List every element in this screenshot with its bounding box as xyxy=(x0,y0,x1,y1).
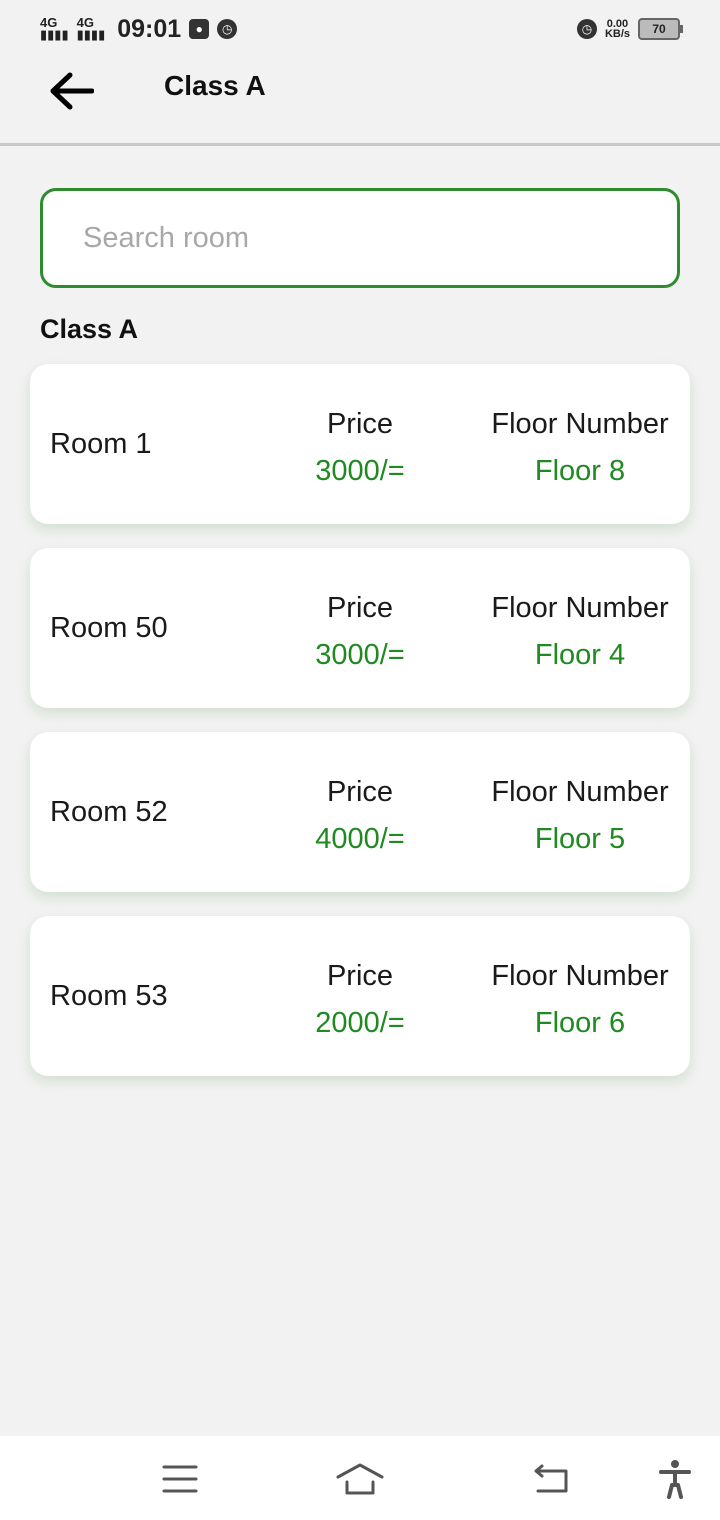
status-left: 4G ▮▮▮▮ 4G ▮▮▮▮ 09:01 ● ◷ xyxy=(40,14,238,44)
back-button[interactable] xyxy=(46,66,96,116)
home-icon xyxy=(336,1463,384,1495)
room-list: Room 1 Price 3000/= Floor Number Floor 8… xyxy=(30,364,690,1100)
accessibility-button[interactable] xyxy=(650,1454,700,1504)
room-name: Room 52 xyxy=(50,795,168,828)
price-label: Price xyxy=(326,776,394,808)
page-title: Class A xyxy=(164,70,266,101)
price-column: Price 3000/= xyxy=(270,592,450,672)
search-input[interactable] xyxy=(81,220,677,256)
floor-label: Floor Number xyxy=(491,592,669,624)
alarm-icon: ◷ xyxy=(217,19,238,39)
price-column: Price 2000/= xyxy=(270,960,450,1040)
mic-icon: ● xyxy=(189,19,210,39)
room-card[interactable]: Room 53 Price 2000/= Floor Number Floor … xyxy=(30,916,690,1076)
floor-column: Floor Number Floor 8 xyxy=(480,408,680,488)
floor-value: Floor 4 xyxy=(534,639,626,671)
price-value: 4000/= xyxy=(315,823,405,855)
price-value: 3000/= xyxy=(315,455,405,487)
floor-column: Floor Number Floor 4 xyxy=(480,592,680,672)
room-card[interactable]: Room 50 Price 3000/= Floor Number Floor … xyxy=(30,548,690,708)
status-time: 09:01 xyxy=(117,14,182,43)
floor-label: Floor Number xyxy=(491,776,669,808)
floor-value: Floor 5 xyxy=(534,823,626,855)
price-label: Price xyxy=(326,592,394,624)
nav-home-button[interactable] xyxy=(335,1454,385,1504)
price-value: 2000/= xyxy=(315,1007,405,1039)
battery-indicator: 70 xyxy=(638,18,683,40)
price-value: 3000/= xyxy=(315,639,405,671)
price-column: Price 4000/= xyxy=(270,776,450,856)
price-label: Price xyxy=(326,408,394,440)
search-container xyxy=(40,188,680,288)
signal-2: 4G ▮▮▮▮ xyxy=(76,15,106,42)
floor-value: Floor 6 xyxy=(534,1007,626,1039)
menu-icon xyxy=(162,1465,198,1493)
net-speed-unit: KB/s xyxy=(604,28,630,40)
nav-back-button[interactable] xyxy=(525,1454,575,1504)
signal-1-label: 4G xyxy=(40,15,58,30)
room-name: Room 1 xyxy=(50,427,152,460)
room-name: Room 50 xyxy=(50,611,168,644)
accessibility-icon xyxy=(659,1460,691,1499)
arrow-left-icon xyxy=(50,72,94,110)
floor-column: Floor Number Floor 5 xyxy=(480,776,680,856)
nav-menu-button[interactable] xyxy=(155,1454,205,1504)
signal-2-label: 4G xyxy=(76,15,94,30)
room-card[interactable]: Room 1 Price 3000/= Floor Number Floor 8 xyxy=(30,364,690,524)
floor-column: Floor Number Floor 6 xyxy=(480,960,680,1040)
app-bar: Class A xyxy=(0,58,720,146)
status-right: ◷ 0.00 KB/s 70 xyxy=(576,18,683,40)
room-name: Room 53 xyxy=(50,979,168,1012)
floor-label: Floor Number xyxy=(491,408,669,440)
section-title: Class A xyxy=(40,314,139,344)
price-column: Price 3000/= xyxy=(270,408,450,488)
floor-value: Floor 8 xyxy=(534,455,626,487)
alarm-clock-icon: ◷ xyxy=(576,19,597,39)
room-card[interactable]: Room 52 Price 4000/= Floor Number Floor … xyxy=(30,732,690,892)
system-nav-bar xyxy=(0,1436,720,1520)
price-label: Price xyxy=(326,960,394,992)
signal-1: 4G ▮▮▮▮ xyxy=(40,15,69,42)
back-icon xyxy=(534,1464,568,1493)
net-speed: 0.00 KB/s xyxy=(604,19,630,40)
status-bar: 4G ▮▮▮▮ 4G ▮▮▮▮ 09:01 ● ◷ ◷ 0.00 KB/s 70 xyxy=(0,0,720,58)
floor-label: Floor Number xyxy=(491,960,669,992)
